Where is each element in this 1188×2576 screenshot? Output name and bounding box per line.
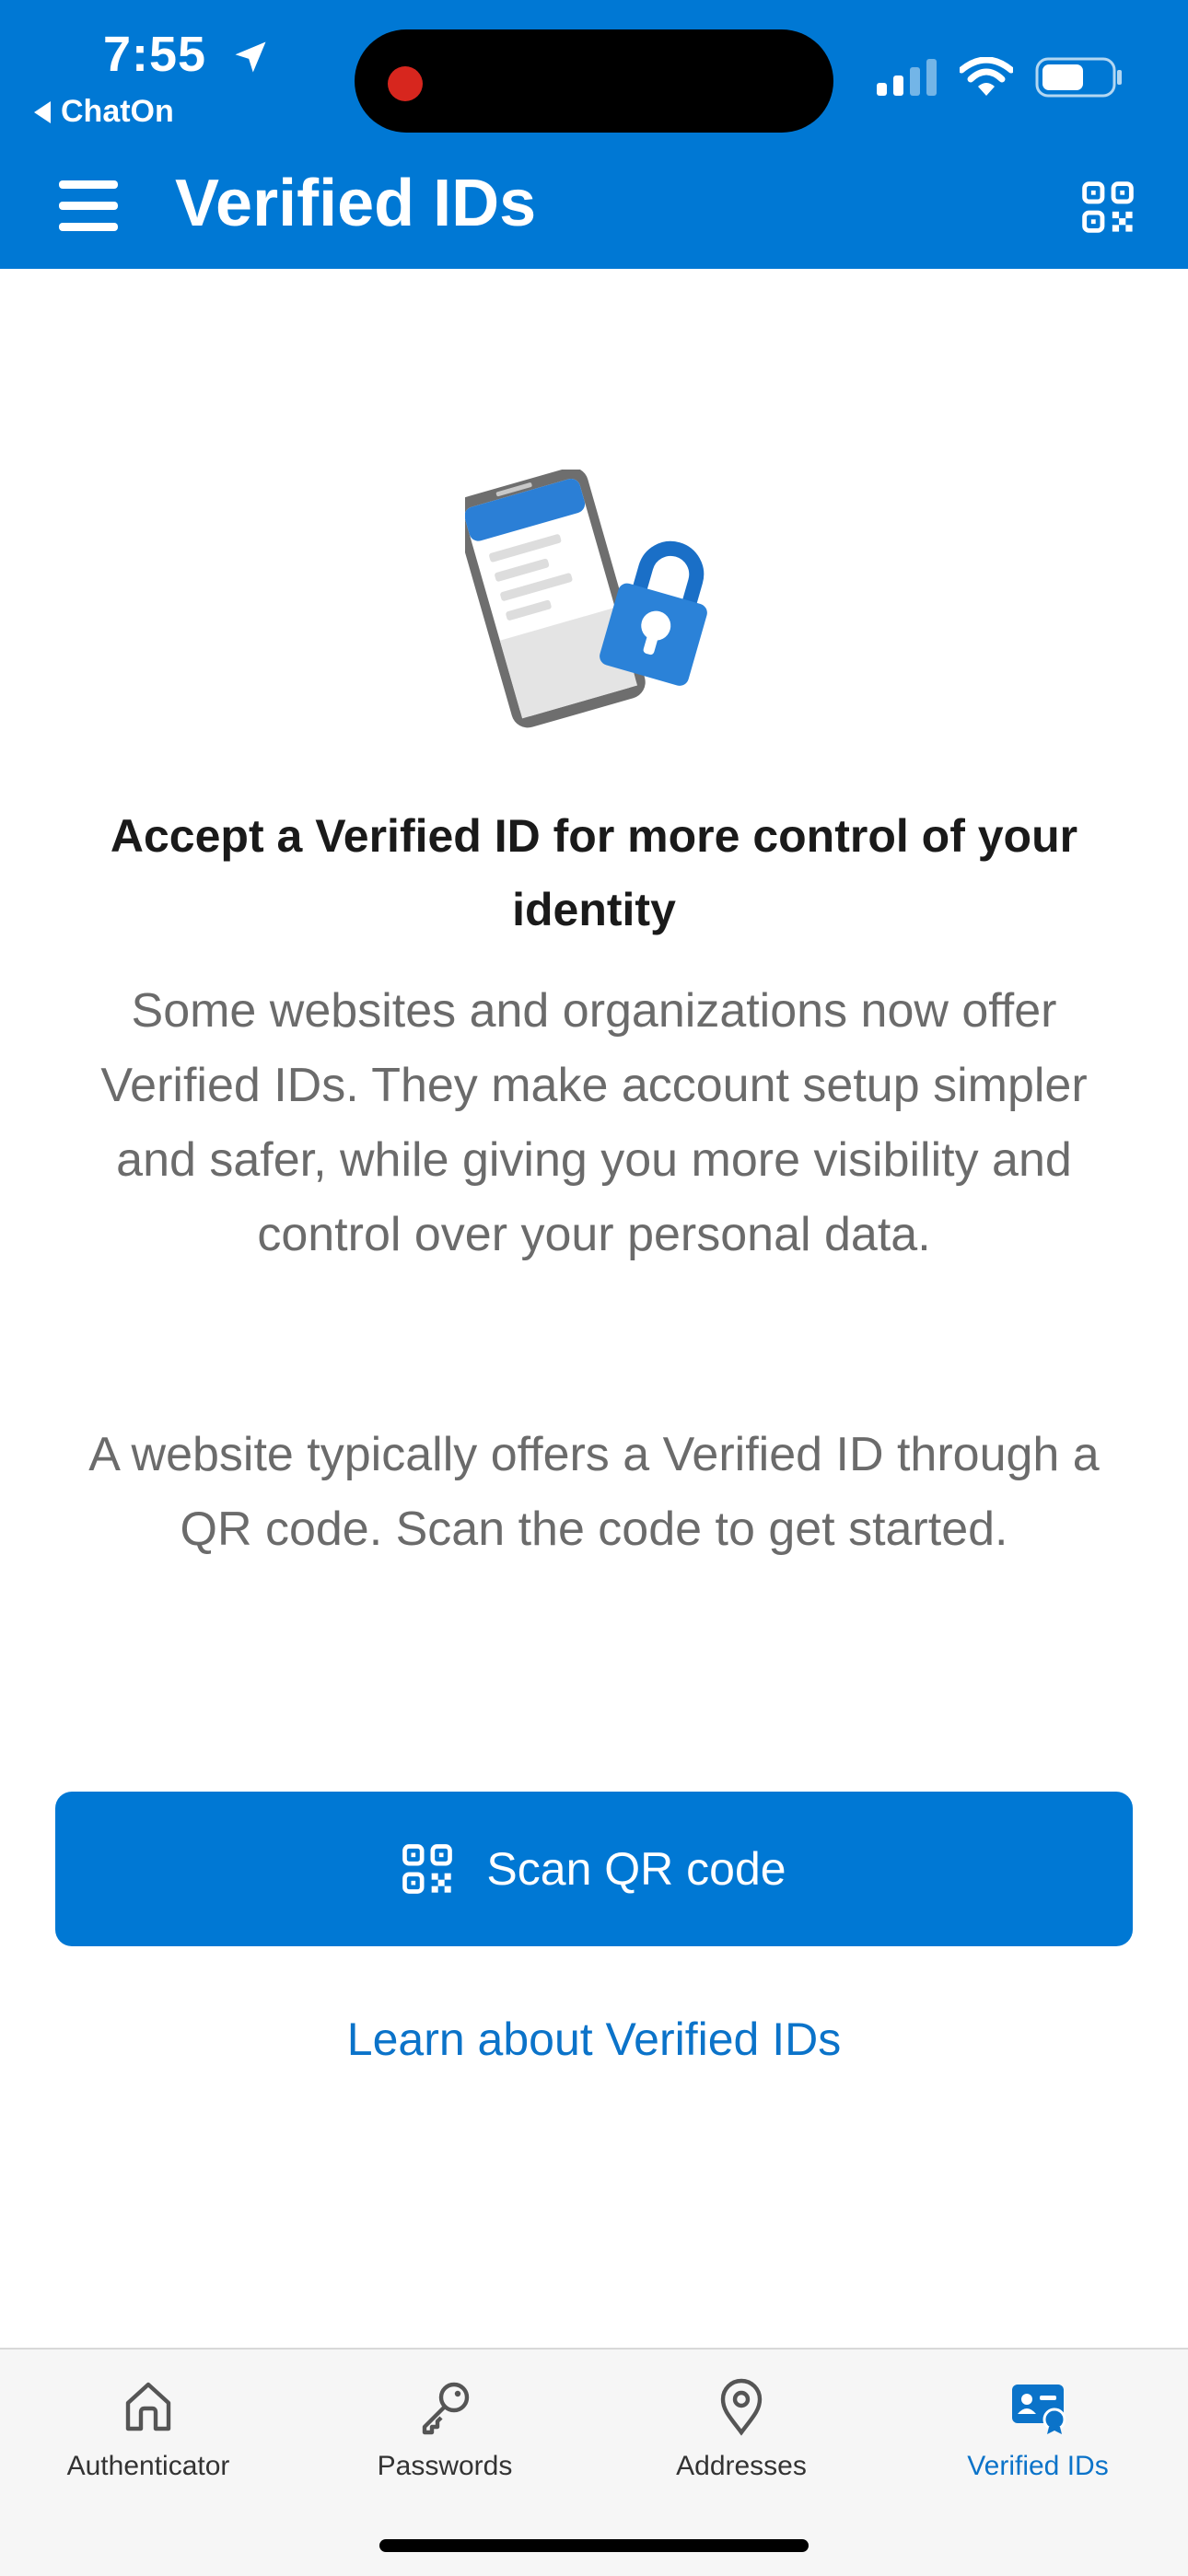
learn-about-verified-ids-link[interactable]: Learn about Verified IDs: [0, 2013, 1188, 2066]
phone-lock-illustration: [465, 470, 707, 728]
dynamic-island: [355, 29, 833, 133]
tab-label: Addresses: [676, 2451, 807, 2481]
battery-icon: [1035, 57, 1122, 98]
recording-dot: [388, 66, 423, 101]
hamburger-menu-button[interactable]: [59, 180, 118, 232]
headline: Accept a Verified ID for more control of…: [110, 810, 1078, 935]
tab-label: Passwords: [377, 2451, 513, 2481]
scan-qr-code-label: Scan QR code: [486, 1843, 786, 1895]
qr-code-icon: [402, 1844, 453, 1894]
back-to-app-link[interactable]: ChatOn: [33, 94, 174, 130]
location-pin-icon: [720, 2378, 763, 2436]
scan-qr-code-button[interactable]: Scan QR code: [55, 1792, 1133, 1946]
status-time: 7:55: [103, 27, 207, 82]
wifi-icon: [960, 57, 1013, 96]
tab-label: Verified IDs: [967, 2451, 1109, 2481]
tab-verified-ids[interactable]: Verified IDs: [890, 2377, 1186, 2482]
description-paragraph-1: Some websites and organizations now offe…: [100, 984, 1088, 1261]
status-icons: [877, 57, 1124, 98]
app-header: 7:55 ChatOn Verified IDs: [0, 0, 1188, 269]
location-arrow-icon: [235, 41, 266, 73]
signal-icon: [877, 59, 937, 96]
description-paragraph-2: A website typically offers a Verified ID…: [88, 1428, 1100, 1556]
tab-authenticator[interactable]: Authenticator: [0, 2377, 297, 2482]
home-icon: [125, 2382, 171, 2431]
key-icon: [422, 2382, 470, 2435]
tab-passwords[interactable]: Passwords: [297, 2377, 593, 2482]
page-title: Verified IDs: [175, 167, 537, 240]
id-card-icon: [1012, 2385, 1066, 2434]
back-triangle-icon: [34, 100, 51, 123]
tab-addresses[interactable]: Addresses: [593, 2377, 890, 2482]
tab-label: Authenticator: [66, 2451, 230, 2481]
back-app-label: ChatOn: [61, 94, 174, 129]
home-indicator[interactable]: [379, 2539, 809, 2552]
qr-scan-header-button[interactable]: [1081, 180, 1135, 234]
